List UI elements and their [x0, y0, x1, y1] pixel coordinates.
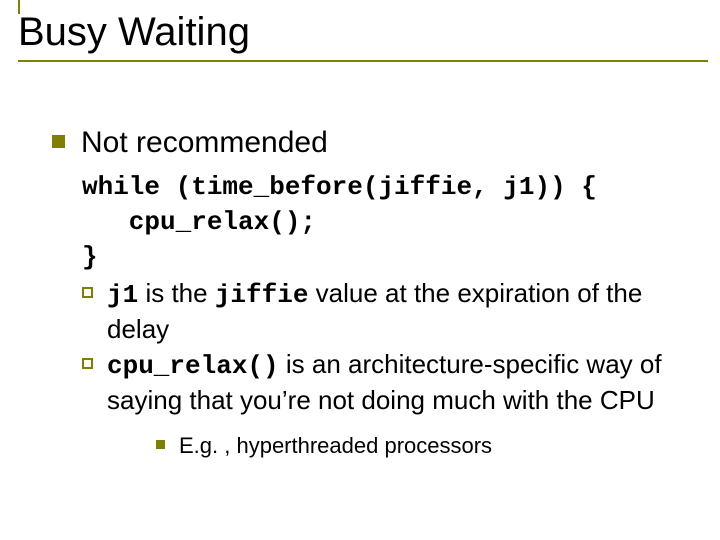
slide-body: Not recommended while (time_before(jiffi…: [0, 62, 720, 461]
title-block: Busy Waiting: [0, 0, 720, 62]
inline-code: jiffie: [215, 280, 309, 310]
open-square-bullet-icon: [82, 287, 93, 298]
bullet-level3: E.g. , hyperthreaded processors: [156, 432, 690, 461]
text-fragment: is the: [138, 278, 215, 308]
code-block: while (time_before(jiffie, j1)) { cpu_re…: [82, 170, 690, 275]
bullet-level1: Not recommended: [52, 124, 690, 162]
title-underline: [18, 60, 708, 62]
title-tick-ornament: [18, 0, 20, 14]
inline-code: cpu_relax(): [107, 351, 279, 381]
level2-text: cpu_relax() is an architecture-specific …: [107, 348, 690, 418]
slide: Busy Waiting Not recommended while (time…: [0, 0, 720, 540]
level2-text: j1 is the jiffie value at the expiration…: [107, 277, 690, 347]
code-line: }: [82, 242, 98, 272]
level1-text: Not recommended: [81, 124, 328, 162]
code-line: while (time_before(jiffie, j1)) {: [82, 172, 597, 202]
open-square-bullet-icon: [82, 358, 93, 369]
square-bullet-icon: [52, 135, 65, 148]
bullet-level2: j1 is the jiffie value at the expiration…: [82, 277, 690, 347]
slide-title: Busy Waiting: [18, 10, 720, 60]
bullet-level2: cpu_relax() is an architecture-specific …: [82, 348, 690, 418]
code-line: cpu_relax();: [82, 207, 316, 237]
small-square-bullet-icon: [156, 440, 165, 449]
inline-code: j1: [107, 280, 138, 310]
level3-text: E.g. , hyperthreaded processors: [179, 432, 492, 461]
